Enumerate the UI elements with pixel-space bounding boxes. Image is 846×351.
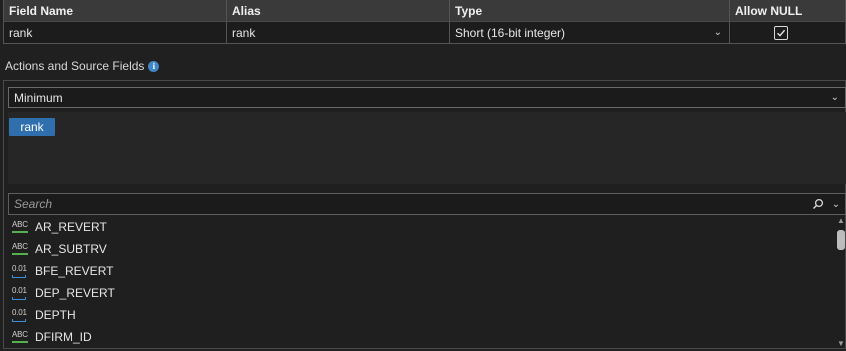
header-field-name[interactable]: Field Name — [3, 0, 227, 22]
allow-null-cell — [730, 22, 846, 44]
action-dropdown[interactable]: Minimum ⌄ — [8, 87, 846, 108]
field-name-label: DFIRM_ID — [35, 330, 92, 344]
scroll-thumb[interactable] — [837, 230, 845, 250]
scrollbar[interactable]: ▲ ▼ — [836, 216, 846, 348]
type-value: Short (16-bit integer) — [455, 25, 566, 40]
grid-row: rank rank Short (16-bit integer) ⌄ — [3, 22, 846, 44]
field-list: ABC AR_REVERT ABC AR_SUBTRV 0.01 BFE_REVERT 0.… — [8, 216, 836, 348]
info-icon[interactable]: i — [148, 60, 160, 72]
text-field-icon: ABC — [12, 242, 30, 256]
search-input[interactable] — [14, 197, 809, 211]
numeric-field-icon: 0.01 — [12, 286, 30, 300]
list-item[interactable]: 0.01 DEPTH — [8, 304, 836, 326]
search-icon[interactable] — [809, 198, 827, 210]
list-item[interactable]: 0.01 DEP_REVERT — [8, 282, 836, 304]
actions-panel: Minimum ⌄ rank ⌄ ABC AR_REVERT ABC AR_SUBTR… — [3, 80, 846, 349]
list-item[interactable]: ABC AR_REVERT — [8, 216, 836, 238]
scroll-down-icon[interactable]: ▼ — [837, 339, 845, 348]
grid-header-row: Field Name Alias Type Allow NULL — [3, 0, 846, 22]
field-grid: Field Name Alias Type Allow NULL rank ra… — [3, 0, 846, 44]
checkmark-icon — [776, 29, 785, 37]
chevron-down-icon[interactable]: ⌄ — [714, 27, 724, 38]
field-name-label: AR_REVERT — [35, 220, 107, 234]
text-field-icon: ABC — [12, 220, 30, 234]
type-dropdown[interactable]: Short (16-bit integer) ⌄ — [450, 22, 730, 44]
action-selected-value: Minimum — [14, 90, 63, 105]
numeric-field-icon: 0.01 — [12, 308, 30, 322]
field-name-label: BFE_REVERT — [35, 264, 114, 278]
text-field-icon: ABC — [12, 330, 30, 344]
source-field-chip[interactable]: rank — [9, 118, 55, 136]
field-name-label: AR_SUBTRV — [35, 242, 107, 256]
header-alias[interactable]: Alias — [227, 0, 450, 22]
section-title: Actions and Source Fields i — [5, 59, 160, 73]
section-title-text: Actions and Source Fields — [5, 59, 145, 73]
numeric-field-icon: 0.01 — [12, 264, 30, 278]
field-name-label: DEP_REVERT — [35, 286, 115, 300]
header-allow-null[interactable]: Allow NULL — [730, 0, 846, 22]
field-name-label: DEPTH — [35, 308, 76, 322]
scroll-up-icon[interactable]: ▲ — [837, 216, 845, 225]
chevron-down-icon[interactable]: ⌄ — [827, 199, 845, 210]
list-item[interactable]: ABC AR_SUBTRV — [8, 238, 836, 260]
alias-cell[interactable]: rank — [227, 22, 450, 44]
field-name-cell[interactable]: rank — [3, 22, 227, 44]
list-item[interactable]: 0.01 BFE_REVERT — [8, 260, 836, 282]
search-box: ⌄ — [8, 193, 846, 215]
source-fields-area: rank — [8, 112, 846, 184]
chevron-down-icon[interactable]: ⌄ — [831, 92, 841, 103]
allow-null-checkbox[interactable] — [773, 25, 788, 40]
header-type[interactable]: Type — [450, 0, 730, 22]
list-item[interactable]: ABC DFIRM_ID — [8, 326, 836, 348]
